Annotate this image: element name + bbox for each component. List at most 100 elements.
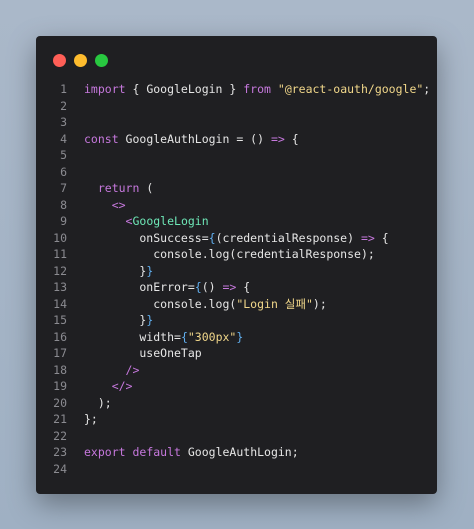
code-token: } — [146, 313, 154, 327]
code-line: 16 width={"300px"} — [36, 329, 437, 346]
line-content: <> — [67, 197, 126, 214]
code-line: 3 — [36, 114, 437, 131]
code-token: import — [84, 82, 126, 96]
code-token: } — [84, 313, 147, 327]
line-content: const GoogleAuthLogin = () => { — [67, 131, 299, 148]
code-token: { — [180, 329, 188, 344]
code-line: 18 /> — [36, 362, 437, 379]
code-token: default — [132, 445, 181, 459]
line-number: 5 — [60, 148, 67, 162]
code-token: useOneTap — [84, 346, 202, 360]
code-token: }; — [84, 412, 98, 426]
code-line: 4 const GoogleAuthLogin = () => { — [36, 131, 437, 148]
code-token: ( — [139, 181, 154, 195]
code-token: GoogleAuthLogin = () — [118, 131, 271, 146]
code-token: (credentialResponse) — [215, 230, 361, 245]
code-token: } — [84, 263, 147, 278]
line-content: export default GoogleAuthLogin; — [67, 444, 299, 461]
code-token: console.log( — [84, 296, 237, 311]
code-token: { — [208, 230, 216, 245]
line-number: 15 — [53, 313, 67, 327]
code-token: GoogleAuthLogin; — [180, 445, 299, 459]
code-token: } — [236, 329, 244, 344]
line-content: onSuccess={(credentialResponse) => { — [67, 230, 389, 247]
code-token: from — [243, 82, 271, 96]
line-number: 23 — [53, 445, 67, 459]
line-number: 17 — [53, 346, 67, 360]
maximize-window-icon[interactable] — [95, 54, 108, 67]
code-token: <> — [111, 197, 126, 212]
code-line: 1 import { GoogleLogin } from "@react-oau… — [36, 81, 437, 98]
line-content: }} — [67, 312, 153, 329]
line-number: 8 — [60, 197, 67, 212]
code-line: 6 — [36, 164, 437, 181]
line-content: }; — [67, 411, 98, 428]
code-line: 9 <GoogleLogin — [36, 213, 437, 230]
line-number: 4 — [60, 131, 67, 146]
code-token: { — [194, 280, 202, 294]
minimize-window-icon[interactable] — [74, 54, 87, 67]
line-content: ); — [67, 395, 112, 412]
code-editor: 1 import { GoogleLogin } from "@react-oau… — [36, 81, 437, 477]
line-content — [67, 98, 84, 115]
line-content — [67, 428, 84, 445]
code-line: 5 — [36, 147, 437, 164]
code-line: 19 </> — [36, 378, 437, 395]
code-token: /> — [125, 362, 140, 377]
code-line: 22 — [36, 428, 437, 445]
code-token: width= — [84, 329, 181, 344]
line-content: console.log("Login 실패"); — [67, 296, 327, 313]
line-content — [67, 164, 84, 181]
code-line: 8 <> — [36, 197, 437, 214]
code-line: 21}; — [36, 411, 437, 428]
code-token: () — [201, 280, 223, 294]
line-number: 1 — [60, 82, 67, 96]
line-number: 7 — [60, 181, 67, 195]
code-token: => — [360, 230, 375, 245]
line-content: import { GoogleLogin } from "@react-oaut… — [67, 81, 430, 98]
line-content: return ( — [67, 180, 153, 197]
line-content: <GoogleLogin — [67, 213, 209, 230]
code-token: { — [374, 230, 389, 245]
code-line: 2 — [36, 98, 437, 115]
line-number: 9 — [60, 214, 67, 228]
line-number: 20 — [53, 395, 67, 410]
code-line: 15 }} — [36, 312, 437, 329]
code-token: ); — [312, 296, 327, 311]
line-number: 16 — [53, 329, 67, 344]
line-number: 18 — [53, 362, 67, 377]
window-titlebar — [36, 36, 437, 84]
code-line: 17 useOneTap — [36, 345, 437, 362]
line-number: 13 — [53, 280, 67, 294]
line-number: 19 — [53, 379, 67, 393]
code-token: console.log(credentialResponse); — [84, 247, 375, 261]
code-token: </> — [111, 379, 133, 393]
code-token: { — [284, 131, 299, 146]
code-token: => — [222, 280, 237, 294]
code-line: 7 return ( — [36, 180, 437, 197]
code-line: 23 export default GoogleAuthLogin; — [36, 444, 437, 461]
code-token: return — [97, 181, 140, 195]
code-line: 11 console.log(credentialResponse); — [36, 246, 437, 263]
code-line: 14 console.log("Login 실패"); — [36, 296, 437, 313]
line-content: useOneTap — [67, 345, 202, 362]
line-content: width={"300px"} — [67, 329, 243, 346]
code-line: 13 onError={() => { — [36, 279, 437, 296]
code-line: 24 — [36, 461, 437, 478]
close-window-icon[interactable] — [53, 54, 66, 67]
code-token: onError= — [84, 280, 195, 294]
code-token: export — [84, 445, 126, 459]
code-token: "Login 실패" — [236, 296, 313, 311]
line-content: console.log(credentialResponse); — [67, 246, 375, 263]
line-number: 11 — [53, 247, 67, 261]
code-token: ; — [423, 82, 431, 96]
code-token: => — [270, 131, 285, 146]
code-line: 12 }} — [36, 263, 437, 280]
code-token: onSuccess= — [84, 230, 209, 245]
line-number: 24 — [53, 461, 67, 476]
code-token: "300px" — [187, 329, 237, 344]
